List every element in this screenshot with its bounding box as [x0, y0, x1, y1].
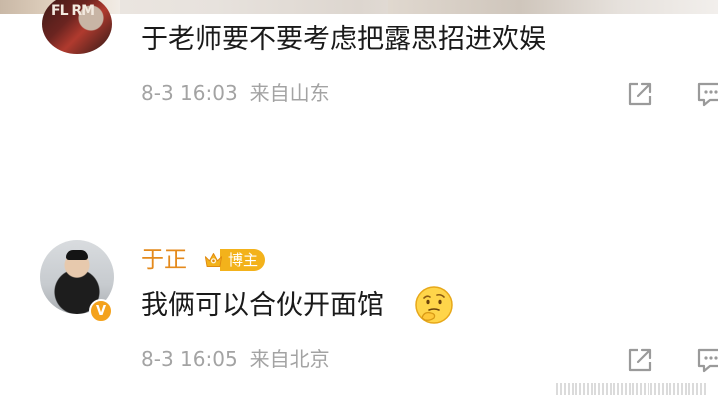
- comment-icon[interactable]: [696, 345, 718, 375]
- comment-text: 我俩可以合伙开面馆: [141, 290, 384, 321]
- avatar[interactable]: FL RM: [42, 0, 112, 54]
- previous-image-right: [388, 0, 718, 14]
- comment-date: 8-3: [141, 81, 174, 105]
- comment-source: 来自山东: [249, 81, 330, 105]
- avatar-text: FL RM: [51, 3, 95, 19]
- comment-source: 来自北京: [249, 347, 330, 371]
- avatar-hair: [66, 250, 88, 260]
- share-icon[interactable]: [625, 79, 655, 109]
- comment-meta: 8-3 16:03 来自山东: [141, 81, 330, 105]
- verified-badge: V: [89, 299, 113, 323]
- comment-text: 于老师要不要考虑把露思招进欢娱: [141, 24, 546, 55]
- crown-icon: [204, 253, 223, 267]
- share-icon[interactable]: [625, 345, 655, 375]
- watermark: [556, 383, 706, 395]
- thinking-face-emoji: [415, 286, 453, 324]
- blogger-badge: 博主: [203, 247, 265, 273]
- comment-icon[interactable]: [696, 79, 718, 109]
- username[interactable]: 于正: [141, 246, 187, 274]
- comment-date: 8-3: [141, 347, 174, 371]
- blogger-badge-label: 博主: [219, 249, 265, 271]
- comment-meta: 8-3 16:05 来自北京: [141, 347, 330, 371]
- comment-time: 16:03: [180, 81, 238, 105]
- comment-time: 16:05: [180, 347, 238, 371]
